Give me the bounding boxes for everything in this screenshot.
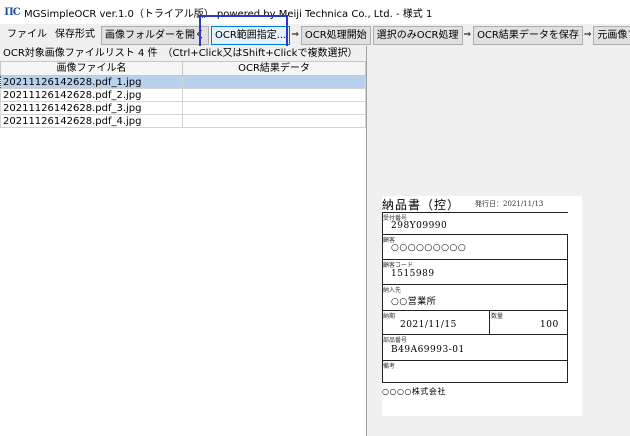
doc-rule — [382, 234, 568, 235]
menu-save-format[interactable]: 保存形式 — [51, 26, 99, 44]
table-row[interactable]: 20211126142628.pdf_1.jpg — [0, 75, 366, 89]
ocr-range-button[interactable]: OCR範囲指定... — [211, 25, 291, 45]
filename-cell[interactable]: 20211126142628.pdf_4.jpg — [0, 114, 183, 128]
doc-value-dept: ○○営業所 — [391, 297, 437, 307]
doc-label-dept: 納入先 — [383, 287, 402, 294]
menu-file[interactable]: ファイル — [3, 26, 51, 44]
document-preview: 納品書（控） 発行日：2021/11/13 受付番号 298Y09990 顧客 … — [382, 196, 582, 416]
table-row[interactable]: 20211126142628.pdf_3.jpg — [0, 101, 366, 115]
arrow-icon: ⇒ — [583, 30, 592, 40]
image-preview-panel: 納品書（控） 発行日：2021/11/13 受付番号 298Y09990 顧客 … — [368, 46, 630, 436]
column-header-ocr-result[interactable]: OCR結果データ — [182, 61, 366, 76]
ocr-result-cell[interactable] — [182, 75, 366, 89]
doc-label-qty: 数量 — [491, 313, 504, 320]
doc-value-code: 1515989 — [391, 269, 435, 279]
open-folder-button[interactable]: 画像フォルダーを開く — [101, 25, 209, 45]
doc-rule — [489, 310, 490, 334]
doc-value-qty: 100 — [540, 320, 559, 330]
doc-footer: ○○○○株式会社 — [382, 387, 446, 396]
ocr-selected-button[interactable]: 選択のみOCR処理 — [372, 25, 463, 45]
doc-label-remarks: 備考 — [383, 363, 396, 370]
doc-value-receipt-no: 298Y09990 — [391, 221, 448, 231]
table-row[interactable]: 20211126142628.pdf_4.jpg — [0, 114, 366, 128]
ocr-result-cell[interactable] — [182, 114, 366, 128]
title-bar: ΠC MGSimpleOCR ver.1.0（トライアル版） powered b… — [0, 0, 630, 24]
arrow-icon: ⇒ — [463, 30, 472, 40]
filename-cell[interactable]: 20211126142628.pdf_1.jpg — [0, 75, 183, 89]
column-header-filename[interactable]: 画像ファイル名 — [0, 61, 183, 76]
filename-cell[interactable]: 20211126142628.pdf_3.jpg — [0, 101, 183, 115]
doc-value-part-no: B49A69993-01 — [391, 345, 465, 355]
doc-rule — [382, 382, 568, 383]
ocr-start-button[interactable]: OCR処理開始 — [300, 25, 371, 45]
file-list-table: 画像ファイル名 OCR結果データ 20211126142628.pdf_1.jp… — [0, 61, 366, 128]
doc-rule — [382, 212, 383, 382]
doc-value-date: 2021/11/15 — [400, 320, 457, 330]
doc-label-date: 納期 — [383, 313, 396, 320]
file-list-status: OCR対象画像ファイルリスト 4 件 （Ctrl+Click又はShift+Cl… — [0, 46, 366, 61]
doc-rule — [382, 310, 568, 311]
doc-rule — [382, 212, 568, 213]
doc-title: 納品書（控） — [382, 198, 461, 212]
doc-rule — [382, 284, 568, 285]
toolbar: ファイル 保存形式 画像フォルダーを開く OCR範囲指定... ⇒ OCR処理開… — [0, 24, 630, 46]
doc-date: 発行日：2021/11/13 — [475, 200, 544, 208]
table-row[interactable]: 20211126142628.pdf_2.jpg — [0, 88, 366, 102]
filename-cell[interactable]: 20211126142628.pdf_2.jpg — [0, 88, 183, 102]
file-list-panel: OCR対象画像ファイルリスト 4 件 （Ctrl+Click又はShift+Cl… — [0, 46, 367, 436]
doc-label-part-no: 部品番号 — [383, 337, 408, 344]
doc-rule — [382, 360, 568, 361]
arrow-icon: ⇒ — [291, 30, 299, 40]
ocr-result-cell[interactable] — [182, 88, 366, 102]
ocr-result-cell[interactable] — [182, 101, 366, 115]
doc-rule — [567, 234, 568, 382]
original-image-button[interactable]: 元画像ファイ — [593, 25, 630, 45]
doc-label-code: 顧客コード — [383, 262, 414, 269]
save-result-button[interactable]: OCR結果データを保存 — [473, 25, 583, 45]
app-logo-icon: ΠC — [4, 6, 20, 18]
window-title: MGSimpleOCR ver.1.0（トライアル版） powered by M… — [24, 8, 433, 20]
doc-rule — [382, 334, 568, 335]
doc-value-customer: ○○○○○○○○○ — [391, 243, 467, 253]
